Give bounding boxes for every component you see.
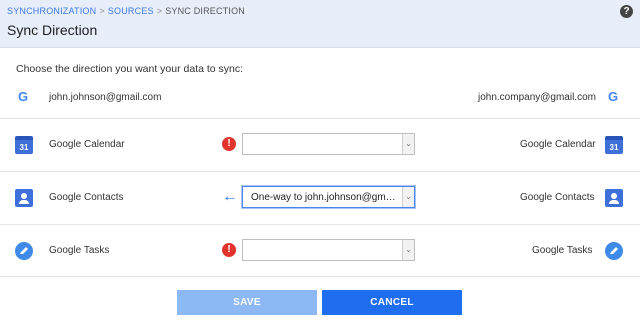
breadcrumb-separator: > bbox=[99, 6, 105, 16]
save-button[interactable]: SAVE bbox=[177, 290, 317, 315]
select-value: One-way to john.johnson@gmail.com bbox=[251, 192, 396, 203]
sync-direction-select-tasks[interactable]: ⌄ bbox=[242, 239, 415, 261]
cancel-button[interactable]: CANCEL bbox=[322, 290, 462, 315]
breadcrumb-current: SYNC DIRECTION bbox=[165, 6, 246, 16]
arrow-left-icon: ← bbox=[222, 188, 238, 205]
contacts-icon bbox=[605, 189, 623, 207]
service-row-calendar: 31 Google Calendar ! ⌄ Google Calendar 3… bbox=[0, 119, 640, 171]
breadcrumb-separator: > bbox=[156, 6, 163, 16]
service-label-right: Google Calendar bbox=[520, 139, 596, 150]
service-label-right: Google Tasks bbox=[532, 245, 593, 256]
sync-direction-select-calendar[interactable]: ⌄ bbox=[242, 133, 415, 155]
contacts-icon bbox=[15, 189, 33, 207]
chevron-down-icon: ⌄ bbox=[402, 240, 414, 260]
instruction-text: Choose the direction you want your data … bbox=[16, 63, 244, 75]
sync-direction-select-contacts[interactable]: One-way to john.johnson@gmail.com ⌄ bbox=[242, 186, 415, 208]
left-account-email: john.johnson@gmail.com bbox=[49, 92, 162, 103]
breadcrumb-sources[interactable]: SOURCES bbox=[108, 6, 154, 16]
help-icon[interactable]: ? bbox=[620, 5, 633, 18]
breadcrumb-synchronization[interactable]: SYNCHRONIZATION bbox=[7, 6, 96, 16]
breadcrumb: SYNCHRONIZATION > SOURCES > SYNC DIRECTION bbox=[7, 6, 245, 16]
warning-icon: ! bbox=[222, 137, 236, 151]
divider bbox=[0, 276, 640, 277]
service-row-tasks: Google Tasks ! ⌄ Google Tasks bbox=[0, 225, 640, 277]
service-label-left: Google Tasks bbox=[49, 245, 110, 256]
header-bar: SYNCHRONIZATION > SOURCES > SYNC DIRECTION S… bbox=[0, 0, 640, 48]
service-label-left: Google Calendar bbox=[49, 139, 125, 150]
page-title: Sync Direction bbox=[7, 22, 98, 38]
google-logo-icon: G bbox=[607, 89, 619, 104]
accounts-row: G john.johnson@gmail.com john.company@gm… bbox=[0, 84, 640, 112]
calendar-icon: 31 bbox=[605, 136, 623, 154]
right-account-email: john.company@gmail.com bbox=[478, 92, 596, 103]
calendar-icon: 31 bbox=[15, 136, 33, 154]
google-logo-icon: G bbox=[17, 89, 29, 104]
warning-icon: ! bbox=[222, 243, 236, 257]
service-row-contacts: Google Contacts ← One-way to john.johnso… bbox=[0, 172, 640, 224]
chevron-down-icon: ⌄ bbox=[402, 187, 414, 207]
service-label-left: Google Contacts bbox=[49, 192, 124, 203]
tasks-icon bbox=[605, 242, 623, 260]
tasks-icon bbox=[15, 242, 33, 260]
service-label-right: Google Contacts bbox=[520, 192, 595, 203]
chevron-down-icon: ⌄ bbox=[402, 134, 414, 154]
